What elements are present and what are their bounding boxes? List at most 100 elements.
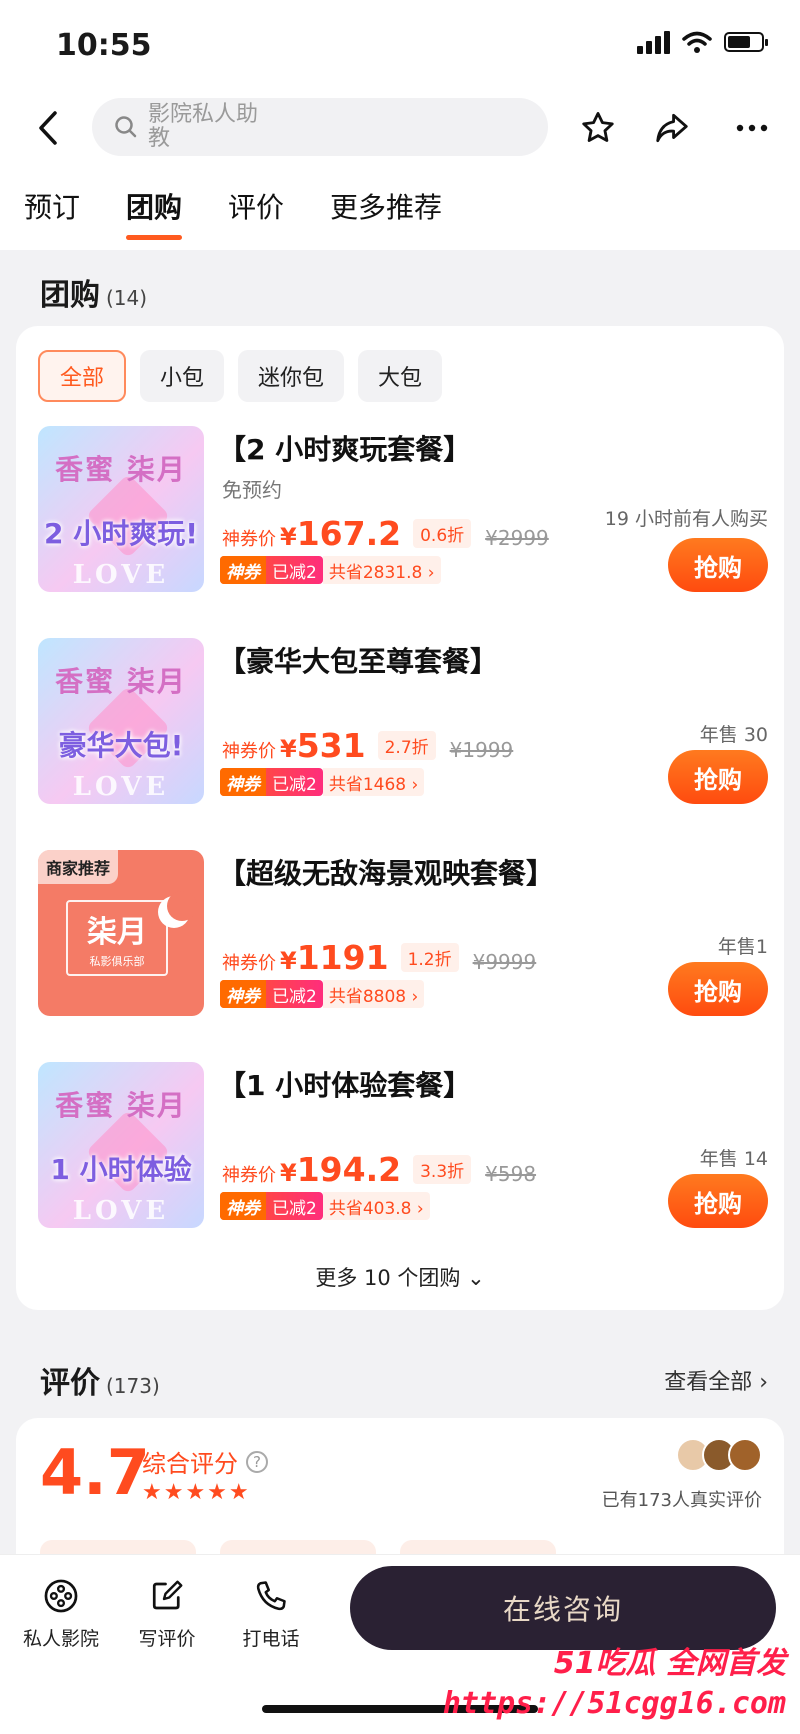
deal-item[interactable]: 香蜜 柒月 2 小时爽玩! LOVE 【2 小时爽玩套餐】 免预约 19 小时前… xyxy=(38,426,768,594)
deal-subtitle: 免预约 xyxy=(222,478,282,502)
saving-link[interactable]: 共省8808 › xyxy=(322,980,425,1008)
private-cinema-button[interactable]: 私人影院 xyxy=(16,1576,106,1651)
deal-sold: 年售1 xyxy=(717,936,768,958)
buy-button[interactable]: 抢购 xyxy=(668,962,768,1016)
coupon-badge: 神券 已减2 xyxy=(220,1192,323,1220)
buy-button[interactable]: 抢购 xyxy=(668,538,768,592)
battery-icon xyxy=(724,32,768,52)
share-button[interactable] xyxy=(648,104,696,152)
deal-price: 194.2 xyxy=(296,1150,402,1189)
rating-score: 4.7 xyxy=(40,1436,150,1509)
filter-all[interactable]: 全部 xyxy=(38,350,127,402)
promo-row: 神券 已减2 共省2831.8 › xyxy=(220,556,441,584)
group-buy-title: 团购 xyxy=(40,278,100,313)
price-label: 神券价 xyxy=(222,741,276,762)
price-label: 神券价 xyxy=(222,529,276,550)
discount-badge: 3.3折 xyxy=(413,1155,472,1184)
promo-row: 神券 已减2 共省403.8 › xyxy=(220,1192,430,1220)
thumb-title: 香蜜 柒月 xyxy=(55,1089,187,1122)
deal-item[interactable]: 香蜜 柒月 豪华大包! LOVE 【豪华大包至尊套餐】 年售 30 神券价 ¥ … xyxy=(38,638,768,806)
buy-button[interactable]: 抢购 xyxy=(668,1174,768,1228)
avatar xyxy=(728,1438,762,1472)
price-row: 神券价 ¥ 167.2 0.6折 ¥2999 xyxy=(222,514,549,553)
discount-badge: 0.6折 xyxy=(413,519,472,548)
reviews-title: 评价 xyxy=(40,1366,100,1401)
more-deals-link[interactable]: 更多 10 个团购 ⌄ xyxy=(16,1262,784,1292)
deal-name: 【2 小时爽玩套餐】 xyxy=(218,433,472,466)
back-button[interactable] xyxy=(28,100,68,156)
filter-mini[interactable]: 迷你包 xyxy=(238,350,345,402)
price-label: 神券价 xyxy=(222,953,276,974)
filter-small[interactable]: 小包 xyxy=(140,350,225,402)
thumb-text: 1 小时体验 xyxy=(50,1153,192,1186)
deal-name: 【1 小时体验套餐】 xyxy=(218,1069,472,1102)
deal-sold: 年售 14 xyxy=(699,1148,768,1170)
reviewer-avatars xyxy=(676,1438,762,1472)
currency: ¥ xyxy=(280,735,297,763)
coupon-badge: 神券 已减2 xyxy=(220,768,323,796)
promo-row: 神券 已减2 共省8808 › xyxy=(220,980,425,1008)
deal-item[interactable]: 商家推荐 柒月 私影俱乐部 【超级无敌海景观映套餐】 年售1 神券价 ¥ 119… xyxy=(38,850,768,1018)
tab-more-recommend[interactable]: 更多推荐 xyxy=(330,186,442,226)
thumb-love: LOVE xyxy=(72,560,170,590)
rating-label: 综合评分 ? xyxy=(142,1444,268,1479)
help-icon[interactable]: ? xyxy=(246,1450,268,1473)
deal-name: 【豪华大包至尊套餐】 xyxy=(218,645,499,678)
search-icon xyxy=(115,116,137,138)
reviews-count: (173) xyxy=(106,1374,160,1398)
edit-icon xyxy=(152,1580,183,1610)
promo-row: 神券 已减2 共省1468 › xyxy=(220,768,425,796)
status-icons xyxy=(637,30,768,54)
tab-bar: 预订 团购 评价 更多推荐 xyxy=(24,186,442,240)
coupon-badge: 神券 已减2 xyxy=(220,556,323,584)
more-button[interactable] xyxy=(728,104,776,152)
filter-large[interactable]: 大包 xyxy=(358,350,443,402)
saving-link[interactable]: 共省1468 › xyxy=(322,768,425,796)
original-price: ¥598 xyxy=(485,1162,537,1186)
saving-link[interactable]: 共省403.8 › xyxy=(322,1192,430,1220)
deal-price: 531 xyxy=(296,726,366,765)
buy-button[interactable]: 抢购 xyxy=(668,750,768,804)
original-price: ¥2999 xyxy=(485,526,549,550)
tab-reviews[interactable]: 评价 xyxy=(228,186,284,226)
deal-thumbnail: 香蜜 柒月 2 小时爽玩! LOVE xyxy=(38,426,204,592)
thumb-text: 豪华大包! xyxy=(58,729,184,762)
thumb-love: LOVE xyxy=(72,772,170,802)
deal-price: 167.2 xyxy=(296,514,402,553)
signal-icon xyxy=(637,30,670,54)
phone-icon xyxy=(256,1581,286,1611)
more-icon xyxy=(736,124,768,132)
real-review-count: 已有173人真实评价 xyxy=(601,1490,762,1511)
tab-book[interactable]: 预订 xyxy=(24,186,80,226)
watermark: 51吃瓜 全网首发 https://51cgg16.com xyxy=(443,1638,786,1721)
currency: ¥ xyxy=(280,523,297,551)
thumb-love: LOVE xyxy=(72,1196,170,1226)
saving-link[interactable]: 共省2831.8 › xyxy=(322,556,441,584)
rating-stars: ★★★★★ xyxy=(142,1480,251,1505)
star-icon xyxy=(582,112,614,142)
price-row: 神券价 ¥ 1191 1.2折 ¥9999 xyxy=(222,938,536,977)
tab-group-buy[interactable]: 团购 xyxy=(126,186,183,240)
brand-logo: 柒月 私影俱乐部 xyxy=(66,900,168,976)
deal-sold: 年售 30 xyxy=(699,724,768,746)
favorite-button[interactable] xyxy=(574,104,622,152)
deal-thumbnail: 商家推荐 柒月 私影俱乐部 xyxy=(38,850,204,1016)
watermark-line1: 51吃瓜 全网首发 xyxy=(553,1646,786,1681)
currency: ¥ xyxy=(280,947,297,975)
search-bar[interactable]: 影院私人助教 xyxy=(92,98,548,156)
deal-sold: 19 小时前有人购买 xyxy=(604,508,768,530)
chevron-left-icon xyxy=(39,111,57,145)
reviews-heading: 评价 (173) xyxy=(40,1358,160,1402)
see-all-reviews-link[interactable]: 查看全部 › xyxy=(664,1364,768,1396)
wifi-icon xyxy=(682,31,712,53)
write-review-button[interactable]: 写评价 xyxy=(122,1576,212,1651)
deal-item[interactable]: 香蜜 柒月 1 小时体验 LOVE 【1 小时体验套餐】 年售 14 神券价 ¥… xyxy=(38,1062,768,1230)
currency: ¥ xyxy=(280,1159,297,1187)
thumb-text: 2 小时爽玩! xyxy=(43,517,198,550)
merchant-recommend-tag: 商家推荐 xyxy=(38,850,119,884)
call-button[interactable]: 打电话 xyxy=(226,1576,316,1651)
status-time: 10:55 xyxy=(56,28,152,63)
filter-chips: 全部 小包 迷你包 大包 xyxy=(38,350,443,402)
deal-thumbnail: 香蜜 柒月 1 小时体验 LOVE xyxy=(38,1062,204,1228)
group-buy-heading: 团购 (14) xyxy=(40,270,147,314)
